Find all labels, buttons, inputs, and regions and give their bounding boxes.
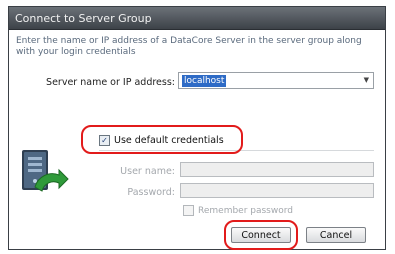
remember-password-label: Remember password: [198, 205, 293, 216]
title-bar[interactable]: Connect to Server Group: [9, 7, 385, 30]
server-name-label: Server name or IP address:: [46, 77, 175, 88]
window-title: Connect to Server Group: [15, 11, 152, 25]
separator: [99, 150, 374, 151]
connect-button[interactable]: Connect: [231, 227, 291, 243]
user-name-field[interactable]: [180, 162, 374, 177]
server-name-combobox[interactable]: localhost ▼: [178, 72, 374, 89]
dialog-content: Enter the name or IP address of a DataCo…: [9, 30, 385, 250]
use-default-credentials-label[interactable]: Use default credentials: [114, 135, 224, 146]
use-default-credentials-checkbox[interactable]: ✓ Use default credentials: [99, 133, 224, 147]
server-name-value[interactable]: localhost: [182, 74, 227, 87]
password-field[interactable]: [180, 183, 374, 198]
instructions-text: Enter the name or IP address of a DataCo…: [16, 36, 362, 57]
connect-dialog: Connect to Server Group Enter the name o…: [8, 6, 386, 250]
remember-password-checkbox[interactable]: Remember password: [183, 205, 293, 216]
checkbox-checked-icon[interactable]: ✓: [99, 134, 110, 146]
chevron-down-icon[interactable]: ▼: [364, 76, 369, 84]
checkbox-unchecked-icon[interactable]: [183, 205, 194, 216]
user-name-label: User name:: [120, 166, 175, 177]
cancel-button[interactable]: Cancel: [306, 227, 366, 243]
password-label: Password:: [127, 187, 175, 198]
